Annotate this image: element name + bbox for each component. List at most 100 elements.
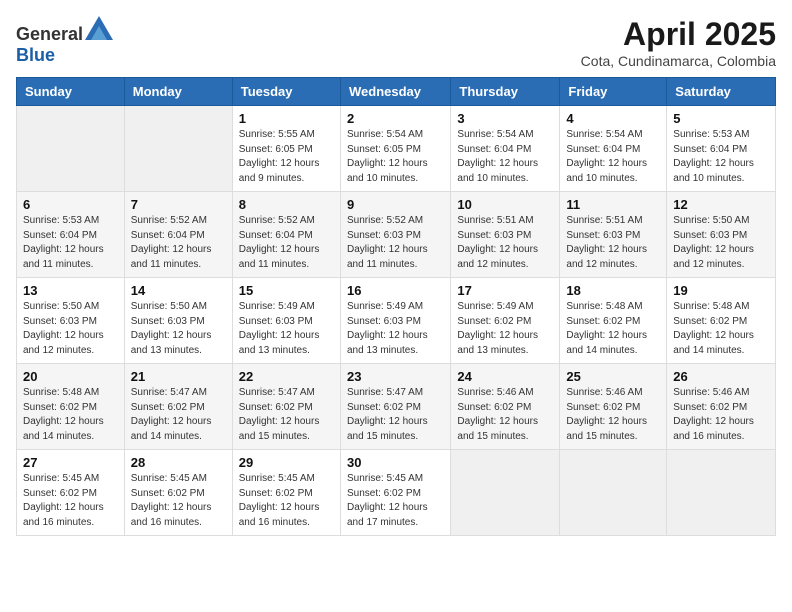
calendar-cell: 1 Sunrise: 5:55 AM Sunset: 6:05 PM Daylig… [232,106,340,192]
weekday-header: Tuesday [232,78,340,106]
day-number: 26 [673,369,769,384]
day-number: 10 [457,197,553,212]
weekday-header: Saturday [667,78,776,106]
day-info: Sunrise: 5:49 AM Sunset: 6:03 PM Dayligh… [347,300,444,358]
day-info: Sunrise: 5:52 AM Sunset: 6:03 PM Dayligh… [347,214,444,272]
calendar-cell: 4 Sunrise: 5:54 AM Sunset: 6:04 PM Daylig… [560,106,667,192]
day-info: Sunrise: 5:51 AM Sunset: 6:03 PM Dayligh… [566,214,660,272]
day-number: 14 [131,283,226,298]
calendar-cell: 13Sunrise: 5:50 AM Sunset: 6:03 PM Dayli… [17,278,125,364]
weekday-header: Sunday [17,78,125,106]
weekday-header: Wednesday [340,78,450,106]
location: Cota, Cundinamarca, Colombia [581,53,776,69]
day-number: 7 [131,197,226,212]
calendar-cell [667,450,776,536]
day-number: 12 [673,197,769,212]
calendar-cell [560,450,667,536]
day-info: Sunrise: 5:50 AM Sunset: 6:03 PM Dayligh… [673,214,769,272]
day-number: 8 [239,197,334,212]
day-number: 5 [673,111,769,126]
day-number: 28 [131,455,226,470]
calendar-cell: 14 Sunrise: 5:50 AM Sunset: 6:03 PM Dayli… [124,278,232,364]
day-number: 18 [566,283,660,298]
month-year: April 2025 [581,16,776,53]
day-info: Sunrise: 5:46 AM Sunset: 6:02 PM Dayligh… [673,386,769,444]
calendar-cell: 6 Sunrise: 5:53 AM Sunset: 6:04 PM Daylig… [17,192,125,278]
day-number: 15 [239,283,334,298]
calendar-week-row: 27Sunrise: 5:45 AM Sunset: 6:02 PM Dayli… [17,450,776,536]
calendar-week-row: 13Sunrise: 5:50 AM Sunset: 6:03 PM Dayli… [17,278,776,364]
day-number: 3 [457,111,553,126]
day-info: Sunrise: 5:45 AM Sunset: 6:02 PM Dayligh… [23,472,118,530]
calendar-cell: 18 Sunrise: 5:48 AM Sunset: 6:02 PM Dayli… [560,278,667,364]
day-number: 24 [457,369,553,384]
logo: General Blue [16,16,113,66]
calendar-cell: 2 Sunrise: 5:54 AM Sunset: 6:05 PM Daylig… [340,106,450,192]
day-number: 2 [347,111,444,126]
calendar-week-row: 1 Sunrise: 5:55 AM Sunset: 6:05 PM Daylig… [17,106,776,192]
day-number: 4 [566,111,660,126]
day-info: Sunrise: 5:52 AM Sunset: 6:04 PM Dayligh… [239,214,334,272]
calendar-cell: 26 Sunrise: 5:46 AM Sunset: 6:02 PM Dayli… [667,364,776,450]
day-info: Sunrise: 5:47 AM Sunset: 6:02 PM Dayligh… [131,386,226,444]
calendar-week-row: 6 Sunrise: 5:53 AM Sunset: 6:04 PM Daylig… [17,192,776,278]
calendar-cell: 27Sunrise: 5:45 AM Sunset: 6:02 PM Dayli… [17,450,125,536]
day-info: Sunrise: 5:51 AM Sunset: 6:03 PM Dayligh… [457,214,553,272]
day-info: Sunrise: 5:49 AM Sunset: 6:03 PM Dayligh… [239,300,334,358]
day-info: Sunrise: 5:50 AM Sunset: 6:03 PM Dayligh… [131,300,226,358]
day-number: 11 [566,197,660,212]
day-number: 16 [347,283,444,298]
day-info: Sunrise: 5:52 AM Sunset: 6:04 PM Dayligh… [131,214,226,272]
calendar-cell: 15 Sunrise: 5:49 AM Sunset: 6:03 PM Dayli… [232,278,340,364]
calendar-cell: 9 Sunrise: 5:52 AM Sunset: 6:03 PM Daylig… [340,192,450,278]
day-number: 21 [131,369,226,384]
weekday-header: Thursday [451,78,560,106]
day-info: Sunrise: 5:54 AM Sunset: 6:05 PM Dayligh… [347,128,444,186]
calendar-cell: 20 Sunrise: 5:48 AM Sunset: 6:02 PM Dayli… [17,364,125,450]
calendar-cell [17,106,125,192]
day-info: Sunrise: 5:45 AM Sunset: 6:02 PM Dayligh… [239,472,334,530]
day-number: 6 [23,197,118,212]
day-number: 29 [239,455,334,470]
calendar-cell: 8 Sunrise: 5:52 AM Sunset: 6:04 PM Daylig… [232,192,340,278]
day-info: Sunrise: 5:48 AM Sunset: 6:02 PM Dayligh… [566,300,660,358]
day-info: Sunrise: 5:54 AM Sunset: 6:04 PM Dayligh… [457,128,553,186]
title-area: April 2025 Cota, Cundinamarca, Colombia [581,16,776,69]
calendar-cell [451,450,560,536]
weekday-header-row: SundayMondayTuesdayWednesdayThursdayFrid… [17,78,776,106]
day-info: Sunrise: 5:47 AM Sunset: 6:02 PM Dayligh… [239,386,334,444]
day-info: Sunrise: 5:55 AM Sunset: 6:05 PM Dayligh… [239,128,334,186]
day-number: 19 [673,283,769,298]
calendar-cell: 22 Sunrise: 5:47 AM Sunset: 6:02 PM Dayli… [232,364,340,450]
day-number: 22 [239,369,334,384]
calendar-cell: 28 Sunrise: 5:45 AM Sunset: 6:02 PM Dayli… [124,450,232,536]
day-info: Sunrise: 5:45 AM Sunset: 6:02 PM Dayligh… [347,472,444,530]
calendar-cell: 11 Sunrise: 5:51 AM Sunset: 6:03 PM Dayli… [560,192,667,278]
logo-general: General [16,24,83,44]
day-info: Sunrise: 5:54 AM Sunset: 6:04 PM Dayligh… [566,128,660,186]
day-info: Sunrise: 5:48 AM Sunset: 6:02 PM Dayligh… [673,300,769,358]
day-info: Sunrise: 5:46 AM Sunset: 6:02 PM Dayligh… [566,386,660,444]
calendar-cell [124,106,232,192]
logo-icon [85,16,113,40]
calendar-cell: 16 Sunrise: 5:49 AM Sunset: 6:03 PM Dayli… [340,278,450,364]
calendar-cell: 7 Sunrise: 5:52 AM Sunset: 6:04 PM Daylig… [124,192,232,278]
day-info: Sunrise: 5:53 AM Sunset: 6:04 PM Dayligh… [673,128,769,186]
logo-blue: Blue [16,45,55,65]
calendar-cell: 25Sunrise: 5:46 AM Sunset: 6:02 PM Dayli… [560,364,667,450]
calendar-cell: 10 Sunrise: 5:51 AM Sunset: 6:03 PM Dayli… [451,192,560,278]
day-number: 23 [347,369,444,384]
day-number: 20 [23,369,118,384]
calendar-cell: 12 Sunrise: 5:50 AM Sunset: 6:03 PM Dayli… [667,192,776,278]
day-info: Sunrise: 5:45 AM Sunset: 6:02 PM Dayligh… [131,472,226,530]
day-info: Sunrise: 5:53 AM Sunset: 6:04 PM Dayligh… [23,214,118,272]
day-info: Sunrise: 5:49 AM Sunset: 6:02 PM Dayligh… [457,300,553,358]
calendar-cell: 5 Sunrise: 5:53 AM Sunset: 6:04 PM Daylig… [667,106,776,192]
day-number: 1 [239,111,334,126]
calendar-table: SundayMondayTuesdayWednesdayThursdayFrid… [16,77,776,536]
day-number: 9 [347,197,444,212]
calendar-week-row: 20 Sunrise: 5:48 AM Sunset: 6:02 PM Dayli… [17,364,776,450]
calendar-cell: 29 Sunrise: 5:45 AM Sunset: 6:02 PM Dayli… [232,450,340,536]
day-info: Sunrise: 5:48 AM Sunset: 6:02 PM Dayligh… [23,386,118,444]
calendar-cell: 30Sunrise: 5:45 AM Sunset: 6:02 PM Dayli… [340,450,450,536]
